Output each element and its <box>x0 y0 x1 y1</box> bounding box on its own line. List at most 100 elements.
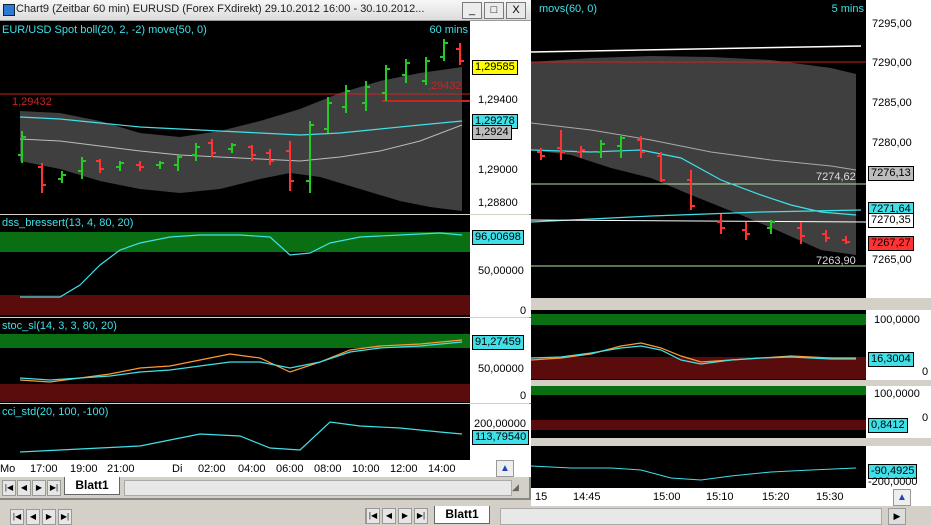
right-indicator-2 <box>531 386 866 438</box>
right-indicator-1-axis: 100,0000 0 16,3004 <box>866 310 931 380</box>
left-time-axis: Mo 17:00 19:00 21:00 Di 02:00 04:00 06:0… <box>0 460 531 477</box>
nav-last-button[interactable]: ▶| <box>47 480 61 496</box>
dss-value-tag: 96,00698 <box>472 230 524 245</box>
cci-value-tag: 113,79540 <box>472 430 530 445</box>
stoc-label: stoc_sl(14, 3, 3, 80, 20) <box>2 320 117 332</box>
cci-label: cci_std(20, 100, -100) <box>2 406 109 418</box>
left-stoc-pane: stoc_sl(14, 3, 3, 80, 20) <box>0 318 470 403</box>
nav-prev-button[interactable]: ◀ <box>17 480 31 496</box>
right-hscroll[interactable] <box>500 508 882 525</box>
tick: 0 <box>922 366 929 378</box>
time-label: 17:00 <box>30 463 58 475</box>
bg-sheet-nav: |◀ ◀ ▶ ▶| <box>0 506 120 525</box>
price-tag-gray: 1,2924 <box>472 125 512 140</box>
scroll-right-arrow-icon[interactable]: ▶ <box>888 508 906 525</box>
bg-nav-first-button[interactable]: |◀ <box>10 509 24 525</box>
right-timeframe-label: 5 mins <box>831 3 864 15</box>
time-label: 10:00 <box>352 463 380 475</box>
right-indicator-3-axis: -90,4925 -200,0000 <box>866 446 931 488</box>
left-window-titlebar[interactable]: Chart9 (Zeitbar 60 min) EURUSD (Forex FX… <box>0 0 531 21</box>
right-price-pane: movs(60, 0) 5 mins 7274,62 7263,90 <box>531 0 866 298</box>
left-hscroll[interactable] <box>124 480 512 496</box>
line-label-lower: 7263,90 <box>816 255 856 267</box>
time-label: 21:00 <box>107 463 135 475</box>
line-label-upper: 7274,62 <box>816 171 856 183</box>
ind2-value-tag: 0,8412 <box>868 418 908 433</box>
time-label: 14:45 <box>573 491 601 503</box>
time-label: 15:10 <box>706 491 734 503</box>
left-timeframe-label: 60 mins <box>429 24 468 36</box>
tick: 0 <box>520 390 527 402</box>
left-dss-pane: dss_bressert(13, 4, 80, 20) <box>0 215 470 317</box>
tick: 1,29000 <box>478 164 518 176</box>
tick: 7265,00 <box>872 254 912 266</box>
nav-first-button[interactable]: |◀ <box>2 480 16 496</box>
tick: 50,00000 <box>478 363 524 375</box>
tick: 7290,00 <box>872 57 912 69</box>
right-indicator-3 <box>531 446 866 488</box>
price-tag-red: 7267,27 <box>868 236 914 251</box>
time-label: Di <box>172 463 183 475</box>
tick: 1,29400 <box>478 94 518 106</box>
time-label: 15:20 <box>762 491 790 503</box>
nav-first-button[interactable]: |◀ <box>366 508 380 524</box>
tick: 0 <box>922 412 929 424</box>
time-label: 15:30 <box>816 491 844 503</box>
time-label: 19:00 <box>70 463 98 475</box>
tick: 0 <box>520 305 527 317</box>
dss-label: dss_bressert(13, 4, 80, 20) <box>2 217 134 229</box>
minimize-button[interactable]: _ <box>462 2 482 19</box>
right-sheet-tab[interactable]: Blatt1 <box>434 506 490 524</box>
time-label: 14:00 <box>428 463 456 475</box>
tick: 7295,00 <box>872 18 912 30</box>
time-label: 04:00 <box>238 463 266 475</box>
price-tag-yellow: 1,29585 <box>472 60 518 75</box>
tick: -200,0000 <box>868 476 918 488</box>
left-dss-axis: 50,00000 0 96,00698 <box>470 215 531 317</box>
right-price-label: movs(60, 0) <box>539 3 598 15</box>
nav-prev-button[interactable]: ◀ <box>382 508 396 524</box>
left-cci-pane: cci_std(20, 100, -100) <box>0 404 470 460</box>
time-label: 02:00 <box>198 463 226 475</box>
left-sheet-tab[interactable]: Blatt1 <box>64 477 120 495</box>
scroll-arrow-icon[interactable]: ▲ <box>496 460 514 477</box>
time-label: 06:00 <box>276 463 304 475</box>
window-title: Chart9 (Zeitbar 60 min) EURUSD (Forex FX… <box>16 3 425 15</box>
tick: 100,0000 <box>874 314 920 326</box>
price-tag-gray: 7276,13 <box>868 166 914 181</box>
scroll-arrow-icon[interactable]: ▲ <box>893 489 911 506</box>
time-label: Mo <box>0 463 16 475</box>
right-indicator-2-axis: 100,0000 0 0,8412 <box>866 386 931 438</box>
nav-last-button[interactable]: ▶| <box>414 508 428 524</box>
left-cci-axis: 200,00000 113,79540 <box>470 404 531 460</box>
time-label: 12:00 <box>390 463 418 475</box>
nav-next-button[interactable]: ▶ <box>398 508 412 524</box>
tick: 50,00000 <box>478 265 524 277</box>
right-sheet-nav: |◀ ◀ ▶ ▶| <box>362 506 442 525</box>
stoc-value-tag: 91,27459 <box>472 335 524 350</box>
line-label-right: ,29432 <box>428 80 462 92</box>
close-button[interactable]: X <box>506 2 526 19</box>
left-sheet-bar: |◀ ◀ ▶ ▶| Blatt1 ◢ <box>0 477 529 498</box>
ind1-value-tag: 16,3004 <box>868 352 914 367</box>
chart-icon <box>3 4 15 16</box>
bg-nav-last-button[interactable]: ▶| <box>58 509 72 525</box>
tick: 7285,00 <box>872 97 912 109</box>
bg-nav-prev-button[interactable]: ◀ <box>26 509 40 525</box>
left-price-axis: 1,29400 1,29000 1,28800 1,29585 1,29278 … <box>470 21 531 214</box>
time-label: 15:00 <box>653 491 681 503</box>
right-time-axis: 15 14:45 15:00 15:10 15:20 15:30 ▲ <box>531 488 931 506</box>
bg-nav-next-button[interactable]: ▶ <box>42 509 56 525</box>
time-label: 08:00 <box>314 463 342 475</box>
left-price-pane: EUR/USD Spot boll(20, 2, -2) move(50, 0)… <box>0 21 470 214</box>
maximize-button[interactable]: □ <box>484 2 504 19</box>
left-price-label: EUR/USD Spot boll(20, 2, -2) move(50, 0) <box>2 24 207 36</box>
nav-next-button[interactable]: ▶ <box>32 480 46 496</box>
price-tag-white: 7270,35 <box>868 213 914 228</box>
tick: 200,00000 <box>474 418 526 430</box>
resize-grip-icon[interactable]: ◢ <box>512 480 526 494</box>
line-label-left: 1,29432 <box>12 96 52 108</box>
tick: 100,0000 <box>874 388 920 400</box>
right-indicator-1 <box>531 310 866 380</box>
right-price-axis: 7295,00 7290,00 7285,00 7280,00 7265,00 … <box>866 0 931 298</box>
